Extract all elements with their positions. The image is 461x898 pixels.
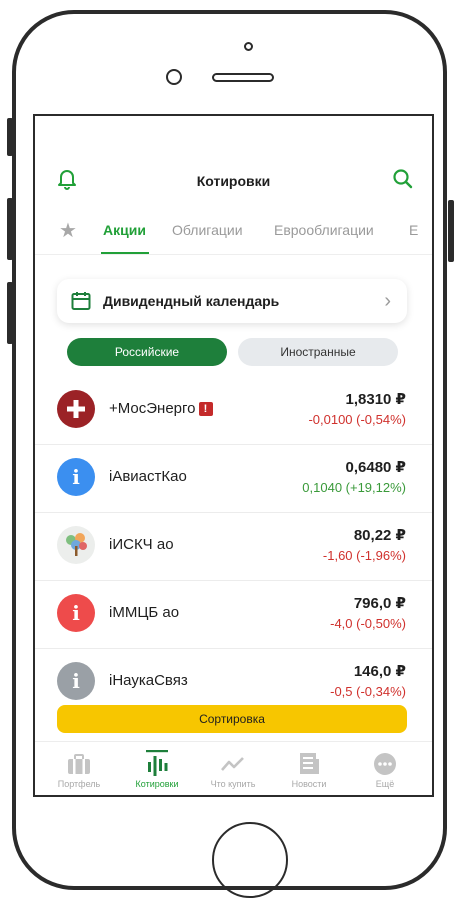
bottom-tab-bar: Портфель Котировки Что купить Новости Ещ… xyxy=(35,741,432,795)
trend-icon xyxy=(219,750,247,778)
star-icon[interactable]: ★ xyxy=(59,218,77,243)
sort-button[interactable]: Сортировка xyxy=(57,705,407,733)
stock-change: -0,5 (-0,34%) xyxy=(330,684,406,699)
tabbar-label: Новости xyxy=(291,779,327,789)
stock-change: 0,1040 (+19,12%) xyxy=(302,480,406,495)
stock-name: +МосЭнерго! xyxy=(109,400,213,417)
volume-up-button[interactable] xyxy=(7,198,13,260)
info-logo-icon: i xyxy=(57,458,95,496)
stock-row[interactable]: i iММЦБ ао 796,0 ₽ -4,0 (-0,50%) xyxy=(35,580,432,649)
front-camera xyxy=(244,42,253,51)
stock-name: iАвиастКао xyxy=(109,468,187,485)
quotes-icon xyxy=(143,750,171,778)
tree-logo-icon xyxy=(57,526,95,564)
power-button[interactable] xyxy=(448,200,454,262)
search-icon[interactable] xyxy=(392,168,414,195)
stock-change: -0,0100 (-0,54%) xyxy=(308,412,406,427)
chevron-right-icon: › xyxy=(384,290,391,312)
home-button[interactable] xyxy=(212,822,288,898)
stock-price: 1,8310 ₽ xyxy=(345,391,406,408)
mute-switch[interactable] xyxy=(7,118,13,156)
info-logo-icon: i xyxy=(57,662,95,700)
briefcase-icon xyxy=(65,750,93,778)
stock-row[interactable]: i iАвиастКао 0,6480 ₽ 0,1040 (+19,12%) xyxy=(35,444,432,513)
stock-name: iНаукаСвяз xyxy=(109,672,188,689)
stock-price: 796,0 ₽ xyxy=(353,595,406,612)
stock-price: 80,22 ₽ xyxy=(353,527,406,544)
tab-etf[interactable]: E xyxy=(409,222,418,238)
tab-bonds[interactable]: Облигации xyxy=(172,222,243,238)
tabbar-label: Что купить xyxy=(210,779,256,789)
stock-name: iММЦБ ао xyxy=(109,604,180,621)
dividend-calendar-card[interactable]: Дивидендный календарь › xyxy=(57,279,407,323)
stock-change: -1,60 (-1,96%) xyxy=(322,548,406,563)
stock-price: 0,6480 ₽ xyxy=(345,459,406,476)
mosenergo-logo-icon xyxy=(57,390,95,428)
info-logo-icon: i xyxy=(57,594,95,632)
stock-price: 146,0 ₽ xyxy=(353,663,406,680)
stock-change: -4,0 (-0,50%) xyxy=(330,616,406,631)
stock-name: iИСКЧ ао xyxy=(109,536,174,553)
proximity-sensor xyxy=(166,69,182,85)
app-screen: Котировки ★ Акции Облигации Еврооблигаци… xyxy=(33,114,434,797)
stock-row[interactable]: +МосЭнерго! 1,8310 ₽ -0,0100 (-0,54%) xyxy=(35,376,432,445)
warning-icon: ! xyxy=(198,402,213,416)
segment-foreign[interactable]: Иностранные xyxy=(238,338,398,366)
app-header: Котировки xyxy=(35,160,432,200)
category-tabs: ★ Акции Облигации Еврооблигации E xyxy=(35,212,432,255)
calendar-icon xyxy=(71,291,91,316)
earpiece-speaker xyxy=(212,73,274,82)
tab-eurobonds[interactable]: Еврооблигации xyxy=(274,222,374,238)
dividend-calendar-label: Дивидендный календарь xyxy=(103,293,280,309)
stock-row[interactable]: iИСКЧ ао 80,22 ₽ -1,60 (-1,96%) xyxy=(35,512,432,581)
tabbar-label: Портфель xyxy=(57,779,101,789)
tabbar-label: Ещё xyxy=(375,779,395,789)
tabbar-label: Котировки xyxy=(135,779,179,789)
more-icon xyxy=(371,750,399,778)
tab-stocks[interactable]: Акции xyxy=(103,222,146,238)
active-tab-indicator xyxy=(101,252,149,254)
page-title: Котировки xyxy=(196,173,271,189)
segment-russian[interactable]: Российские xyxy=(67,338,227,366)
news-icon xyxy=(295,750,323,778)
volume-down-button[interactable] xyxy=(7,282,13,344)
